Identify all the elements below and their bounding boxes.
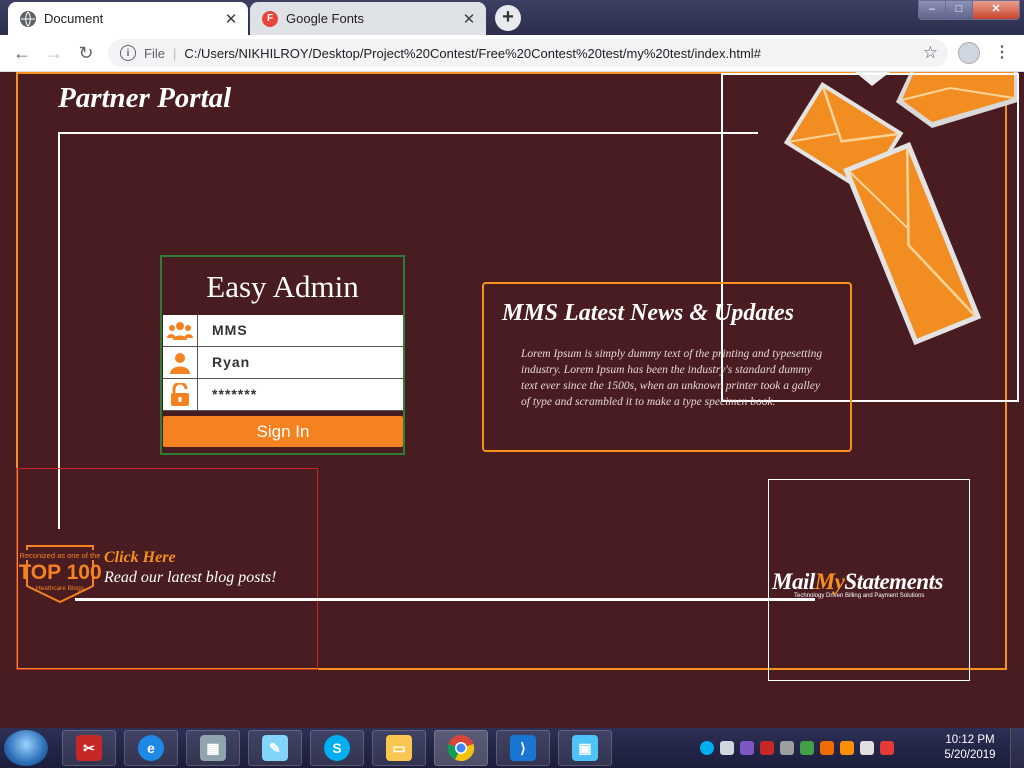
news-heading: MMS Latest News & Updates <box>502 300 795 326</box>
clock-time: 10:12 PM <box>945 734 995 746</box>
visual-studio-code-icon[interactable]: ⟩ <box>496 730 550 766</box>
back-button[interactable]: ← <box>10 41 34 65</box>
notepad-icon[interactable]: ✎ <box>248 730 302 766</box>
windows-taskbar: ✂ e ▦ ✎ S ▭ ⟩ ▣ 10:12 PM 5/20/2019 <box>0 728 1024 768</box>
avast-icon[interactable] <box>840 741 854 755</box>
security-icon[interactable] <box>800 741 814 755</box>
field-value: ******* <box>212 386 258 402</box>
news-panel: MMS Latest News & Updates Lorem Ipsum is… <box>482 282 852 452</box>
clock-date: 5/20/2019 <box>944 749 996 761</box>
photo-viewer-icon[interactable]: ▣ <box>558 730 612 766</box>
company-field[interactable]: MMS <box>163 315 403 347</box>
badge-line-1: Reconized as one of the <box>20 551 101 560</box>
minimize-button[interactable]: – <box>918 0 946 20</box>
tab-document[interactable]: Document ✕ <box>8 2 248 35</box>
top-100-badge-icon: Reconized as one of the TOP 100 Heathcar… <box>19 545 101 604</box>
users-icon <box>163 315 198 346</box>
login-heading: Easy Admin <box>206 269 359 304</box>
logo-part: Statements <box>844 569 943 594</box>
divider <box>58 132 758 134</box>
blog-caption: Read our latest blog posts! <box>104 569 277 586</box>
profile-avatar[interactable] <box>958 42 980 64</box>
start-button[interactable] <box>4 730 48 766</box>
company-logo: MailMyStatements <box>772 569 943 595</box>
password-field[interactable]: ******* <box>163 379 403 411</box>
page-content: Partner Portal Easy Admin MMS Ryan *****… <box>0 72 1024 729</box>
globe-icon <box>20 10 36 27</box>
snipping-tool-icon[interactable]: ✂ <box>62 730 116 766</box>
signal-icon[interactable] <box>860 741 874 755</box>
clock[interactable]: 10:12 PM 5/20/2019 <box>940 733 1000 763</box>
browser-toolbar: ← → ↻ i File | C:/Users/NIKHILROY/Deskto… <box>0 35 1024 72</box>
divider <box>75 598 815 601</box>
usb-icon[interactable] <box>780 741 794 755</box>
tab-label: Document <box>44 11 104 26</box>
reload-button[interactable]: ↻ <box>74 41 98 65</box>
tab-label: Google Fonts <box>286 11 365 26</box>
show-desktop-button[interactable] <box>1010 728 1024 768</box>
browser-title-bar: Document ✕ F Google Fonts ✕ + – □ ✕ <box>0 0 1024 35</box>
field-value: Ryan <box>212 354 251 370</box>
address-separator: | <box>172 45 177 61</box>
calculator-icon[interactable]: ▦ <box>186 730 240 766</box>
google-fonts-icon: F <box>262 10 278 27</box>
forward-button[interactable]: → <box>42 41 66 65</box>
news-body: Lorem Ipsum is simply dummy text of the … <box>521 348 823 408</box>
close-tab-icon[interactable]: ✕ <box>458 10 480 28</box>
adobe-icon[interactable] <box>760 741 774 755</box>
page-title: Partner Portal <box>58 82 232 114</box>
tray-app-icon[interactable] <box>740 741 754 755</box>
file-explorer-icon[interactable]: ▭ <box>372 730 426 766</box>
skype-tray-icon[interactable] <box>700 741 714 755</box>
tab-google-fonts[interactable]: F Google Fonts ✕ <box>250 2 486 35</box>
speaker-icon[interactable] <box>720 741 734 755</box>
volume-icon[interactable] <box>820 741 834 755</box>
skype-icon[interactable]: S <box>310 730 364 766</box>
new-tab-button[interactable]: + <box>495 5 521 31</box>
action-center-icon[interactable] <box>880 741 894 755</box>
window-close-button[interactable]: ✕ <box>972 0 1020 20</box>
unlock-icon <box>163 379 198 410</box>
click-here-link[interactable]: Click Here <box>104 549 176 567</box>
login-panel: Easy Admin MMS Ryan ******* Sign In <box>160 255 405 455</box>
badge-line-2: TOP 100 <box>19 561 101 584</box>
logo-part: My <box>814 569 845 594</box>
username-field[interactable]: Ryan <box>163 347 403 379</box>
url-text[interactable]: C:/Users/NIKHILROY/Desktop/Project%20Con… <box>184 46 761 61</box>
address-bar[interactable]: i File | C:/Users/NIKHILROY/Desktop/Proj… <box>108 39 948 67</box>
site-info-icon[interactable]: i <box>120 45 136 61</box>
logo-tagline: Technology Driven Billing and Payment So… <box>794 593 925 599</box>
scheme-label: File <box>144 45 165 61</box>
close-tab-icon[interactable]: ✕ <box>220 10 242 28</box>
maximize-button[interactable]: □ <box>945 0 973 20</box>
logo-part: Mail <box>772 569 815 594</box>
browser-menu-icon[interactable]: ⋮ <box>994 42 1010 62</box>
chrome-icon[interactable] <box>434 730 488 766</box>
internet-explorer-icon[interactable]: e <box>124 730 178 766</box>
field-value: MMS <box>212 322 248 338</box>
bookmark-star-icon[interactable]: ☆ <box>923 43 938 63</box>
badge-line-3: Heathcare Blogs <box>36 585 85 592</box>
system-tray <box>700 738 894 758</box>
user-icon <box>163 347 198 378</box>
sign-in-button[interactable]: Sign In <box>163 416 403 447</box>
